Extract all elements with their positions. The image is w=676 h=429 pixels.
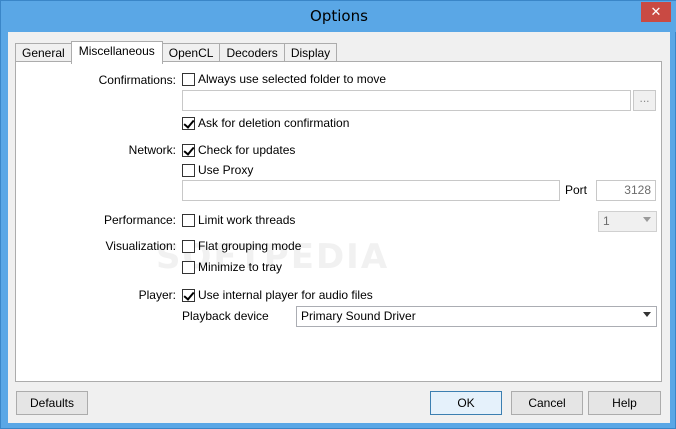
window-title: Options (310, 7, 368, 25)
tab-strip: General Miscellaneous OpenCL Decoders Di… (15, 41, 338, 64)
title-bar[interactable]: Options ✕ (1, 1, 676, 32)
checkbox-box[interactable] (182, 72, 195, 86)
tab-opencl[interactable]: OpenCL (161, 43, 221, 63)
always-folder-checkbox[interactable]: Always use selected folder to move (182, 72, 386, 86)
checkbox-box[interactable] (182, 213, 195, 227)
checkbox-box[interactable] (182, 163, 195, 177)
limit-threads-label: Limit work threads (198, 213, 296, 227)
close-button[interactable]: ✕ (641, 2, 671, 22)
threads-value: 1 (603, 214, 610, 228)
use-proxy-checkbox[interactable]: Use Proxy (182, 163, 253, 177)
checkbox-box[interactable] (182, 260, 195, 274)
checkbox-box[interactable] (182, 288, 195, 302)
tab-general[interactable]: General (15, 43, 72, 63)
minimize-tray-checkbox[interactable]: Minimize to tray (182, 260, 282, 274)
tab-miscellaneous[interactable]: Miscellaneous (70, 41, 163, 64)
chevron-down-icon (643, 217, 651, 222)
network-label: Network: (128, 143, 176, 157)
flat-grouping-checkbox[interactable]: Flat grouping mode (182, 239, 301, 253)
dialog-client: General Miscellaneous OpenCL Decoders Di… (8, 32, 670, 423)
ok-button[interactable]: OK (430, 391, 502, 415)
tab-decoders[interactable]: Decoders (219, 43, 285, 63)
checkbox-box[interactable] (182, 116, 195, 130)
internal-player-checkbox[interactable]: Use internal player for audio files (182, 288, 373, 302)
playback-device-value: Primary Sound Driver (301, 309, 416, 323)
checkbox-box[interactable] (182, 239, 195, 253)
confirmations-label: Confirmations: (98, 73, 176, 87)
tab-display[interactable]: Display (283, 43, 338, 63)
minimize-tray-label: Minimize to tray (198, 260, 283, 274)
proxy-address-field[interactable] (182, 180, 560, 201)
performance-label: Performance: (103, 213, 176, 227)
player-label: Player: (138, 288, 176, 302)
browse-folder-button[interactable]: ... (633, 90, 656, 111)
cancel-button[interactable]: Cancel (511, 391, 583, 415)
visualization-label: Visualization: (105, 239, 177, 253)
port-field[interactable]: 3128 (596, 180, 656, 201)
defaults-button[interactable]: Defaults (16, 391, 88, 415)
check-updates-checkbox[interactable]: Check for updates (182, 143, 295, 157)
port-label: Port (565, 183, 588, 197)
playback-device-label: Playback device (182, 309, 269, 323)
checkbox-box[interactable] (182, 143, 195, 157)
internal-player-label: Use internal player for audio files (198, 288, 373, 302)
ask-deletion-label: Ask for deletion confirmation (198, 116, 350, 130)
playback-device-select[interactable]: Primary Sound Driver (296, 306, 657, 327)
options-window: Options ✕ General Miscellaneous OpenCL D… (0, 0, 676, 429)
flat-grouping-label: Flat grouping mode (198, 239, 302, 253)
chevron-down-icon (643, 312, 651, 317)
check-updates-label: Check for updates (198, 143, 296, 157)
ask-deletion-checkbox[interactable]: Ask for deletion confirmation (182, 116, 349, 130)
threads-select[interactable]: 1 (598, 211, 657, 232)
always-folder-label: Always use selected folder to move (198, 72, 387, 86)
use-proxy-label: Use Proxy (198, 163, 254, 177)
limit-threads-checkbox[interactable]: Limit work threads (182, 213, 295, 227)
miscellaneous-panel: SOFTPEDIA Confirmations: Always use sele… (15, 61, 662, 382)
folder-path-field[interactable] (182, 90, 631, 111)
help-button[interactable]: Help (588, 391, 661, 415)
